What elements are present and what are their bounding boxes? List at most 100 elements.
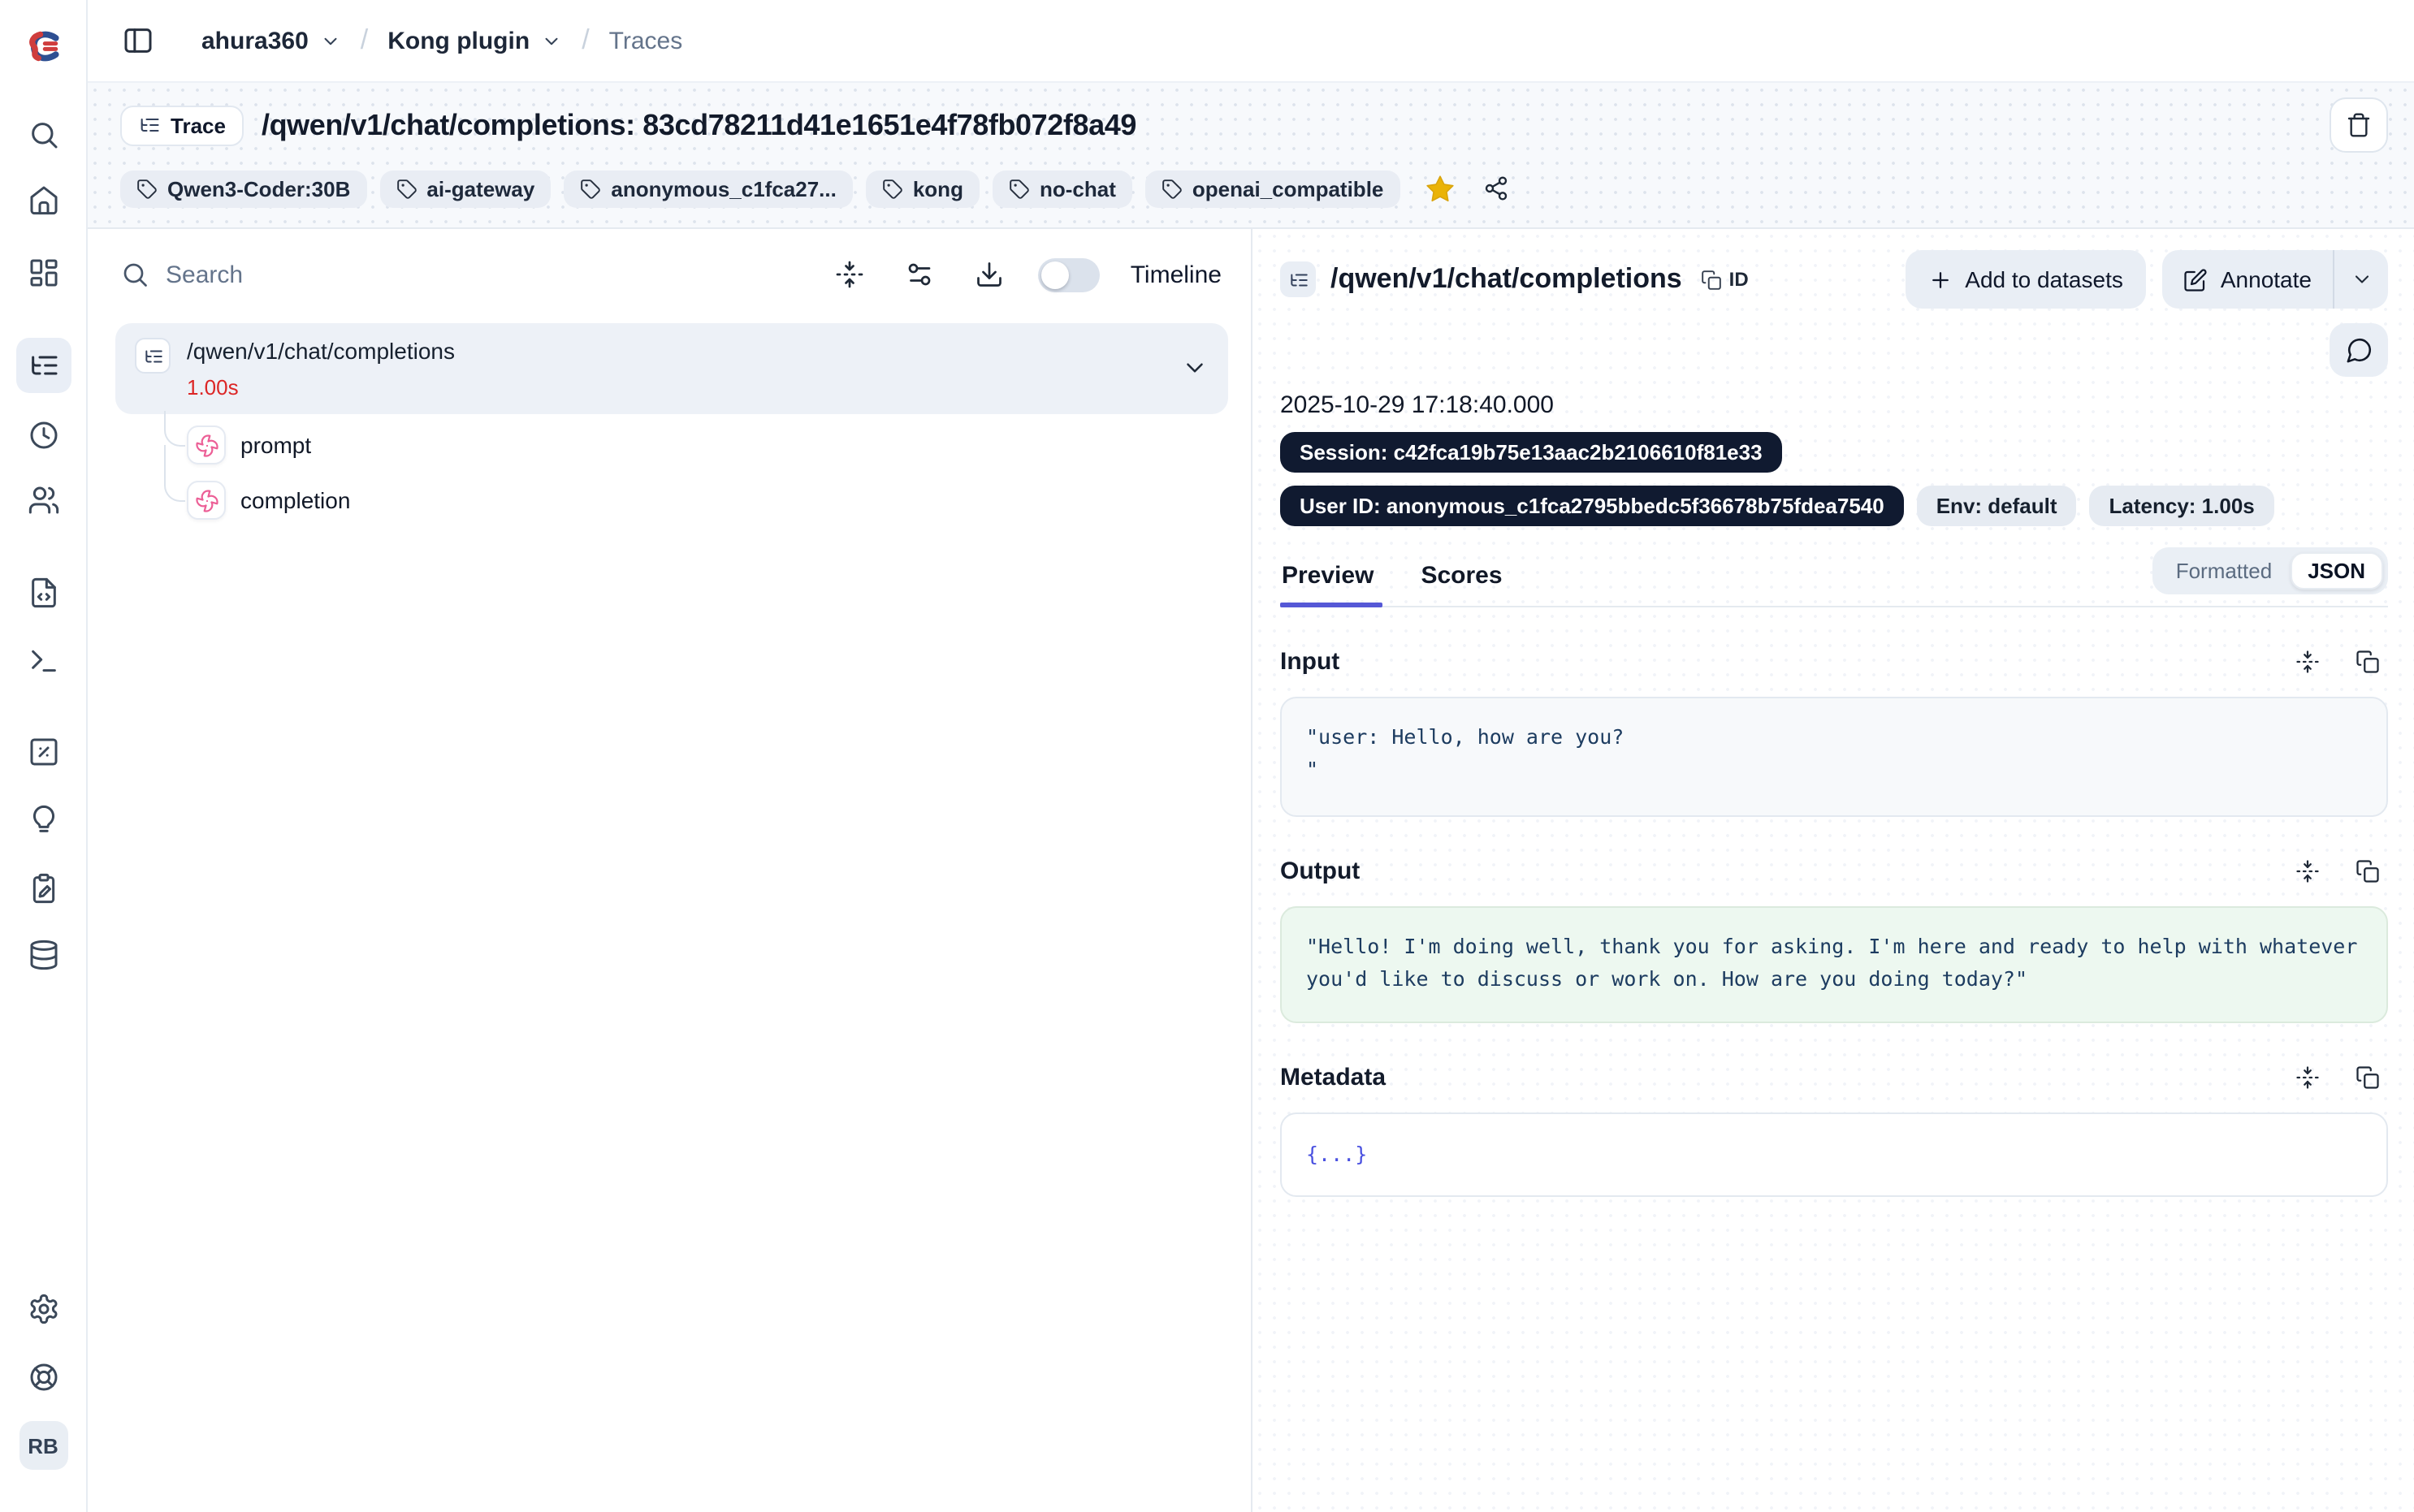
add-to-datasets-button[interactable]: Add to datasets — [1905, 250, 2146, 309]
sidebar-item-annotation[interactable] — [15, 861, 71, 916]
sidebar-item-support[interactable] — [15, 1350, 71, 1405]
detail-header: /qwen/v1/chat/completions ID Add to data… — [1280, 250, 2388, 309]
delete-trace-button[interactable] — [2330, 97, 2388, 153]
chevron-down-icon[interactable] — [1181, 354, 1209, 382]
session-badge[interactable]: Session: c42fca19b75e13aac2b2106610f81e3… — [1280, 432, 1782, 473]
tag-pill[interactable]: anonymous_c1fca27... — [564, 170, 852, 207]
sidebar-toggle-button[interactable] — [114, 16, 162, 65]
fold-vertical-icon — [2295, 649, 2319, 673]
sidebar-item-datasets[interactable] — [15, 927, 71, 983]
format-option-json[interactable]: JSON — [2290, 552, 2383, 590]
sidebar-item-users[interactable] — [15, 473, 71, 528]
main: Search Timeline — [88, 229, 2414, 1512]
users-icon — [27, 484, 59, 516]
bookmark-star-button[interactable] — [1419, 167, 1461, 210]
sidebar-item-scores[interactable] — [15, 724, 71, 780]
breadcrumb-separator: / — [361, 24, 368, 57]
tag-icon — [1162, 178, 1183, 199]
lightbulb-icon — [27, 804, 59, 836]
annotate-split-button: Annotate — [2162, 250, 2388, 309]
sidebar-item-dashboard[interactable] — [15, 245, 71, 300]
database-icon — [27, 939, 59, 971]
breadcrumb-project-selector[interactable]: Kong plugin — [387, 27, 562, 54]
square-percent-icon — [27, 736, 59, 768]
output-heading: Output — [1280, 857, 1360, 884]
view-options-button[interactable] — [898, 253, 941, 296]
sidebar-item-sessions[interactable] — [15, 408, 71, 463]
fold-vertical-icon — [2295, 858, 2319, 883]
sidebar-item-home[interactable] — [15, 172, 71, 227]
tag-icon — [882, 178, 903, 199]
topbar: ahura360 / Kong plugin / Traces — [88, 0, 2414, 81]
tag-label: Qwen3-Coder:30B — [167, 176, 350, 201]
add-to-datasets-label: Add to datasets — [1965, 266, 2123, 292]
sidebar-item-tracing[interactable] — [15, 338, 71, 393]
tag-icon — [396, 178, 417, 199]
tag-pill[interactable]: kong — [866, 170, 980, 207]
tag-pill[interactable]: ai-gateway — [379, 170, 551, 207]
trace-timestamp: 2025-10-29 17:18:40.000 — [1280, 391, 2388, 419]
sidebar-item-playground[interactable] — [15, 633, 71, 689]
panel-left-icon — [122, 24, 154, 57]
clock-icon — [27, 419, 59, 451]
sidebar-item-prompts[interactable] — [15, 565, 71, 620]
share-icon — [1482, 175, 1508, 201]
tab-preview[interactable]: Preview — [1280, 552, 1375, 606]
terminal-icon — [27, 645, 59, 677]
tree-root-row[interactable]: /qwen/v1/chat/completions 1.00s — [115, 323, 1228, 414]
tag-icon — [1009, 178, 1030, 199]
collapse-all-button[interactable] — [828, 253, 871, 296]
input-section-header: Input — [1280, 640, 2388, 682]
annotate-button[interactable]: Annotate — [2162, 250, 2333, 309]
user-avatar[interactable]: RB — [19, 1421, 67, 1470]
id-label: ID — [1729, 268, 1749, 291]
tag-pill[interactable]: no-chat — [993, 170, 1132, 207]
sidebar-item-evaluation[interactable] — [15, 793, 71, 848]
breadcrumb-page-label[interactable]: Traces — [609, 27, 683, 54]
breadcrumb-org-label: ahura360 — [201, 27, 309, 54]
sidebar-item-settings[interactable] — [15, 1281, 71, 1337]
copy-output-button[interactable] — [2346, 849, 2388, 892]
sidebar-item-search[interactable] — [15, 107, 71, 162]
format-option-formatted[interactable]: Formatted — [2158, 552, 2291, 590]
metadata-content[interactable]: {...} — [1280, 1112, 2388, 1197]
tree-child-prompt[interactable]: prompt — [164, 417, 1228, 473]
tag-pill[interactable]: Qwen3-Coder:30B — [120, 170, 366, 207]
trace-tree-panel: Search Timeline — [88, 229, 1252, 1512]
copy-id-button[interactable]: ID — [1702, 268, 1749, 291]
copy-input-button[interactable] — [2346, 640, 2388, 682]
latency-badge: Latency: 1.00s — [2090, 486, 2274, 526]
sidebar: RB — [0, 0, 88, 1512]
tree-child-completion[interactable]: completion — [164, 473, 1228, 528]
user-id-badge[interactable]: User ID: anonymous_c1fca2795bbedc5f36678… — [1280, 486, 1904, 526]
download-button[interactable] — [968, 253, 1010, 296]
copy-icon — [1702, 269, 1723, 290]
copy-metadata-button[interactable] — [2346, 1056, 2388, 1098]
breadcrumb-separator: / — [582, 24, 589, 57]
tree-toolbar: Timeline — [828, 253, 1222, 296]
tag-pill[interactable]: openai_compatible — [1145, 170, 1400, 207]
search-input[interactable]: Search — [166, 261, 812, 288]
tag-label: openai_compatible — [1192, 176, 1384, 201]
breadcrumb-project-label: Kong plugin — [387, 27, 530, 54]
fan-icon — [194, 433, 218, 457]
collapse-input-button[interactable] — [2286, 640, 2328, 682]
home-icon — [27, 184, 59, 216]
env-badge: Env: default — [1917, 486, 2077, 526]
timeline-toggle[interactable] — [1038, 257, 1100, 292]
input-content[interactable]: "user: Hello, how are you? " — [1280, 697, 2388, 817]
collapse-output-button[interactable] — [2286, 849, 2328, 892]
pen-square-icon — [2183, 267, 2208, 292]
annotate-dropdown-button[interactable] — [2333, 250, 2388, 309]
chevron-down-icon — [320, 30, 341, 51]
page-title: /qwen/v1/chat/completions: 83cd78211d41e… — [262, 108, 1136, 142]
breadcrumb-org-selector[interactable]: ahura360 — [201, 27, 341, 54]
copy-icon — [2355, 1065, 2379, 1089]
collapse-metadata-button[interactable] — [2286, 1056, 2328, 1098]
output-content[interactable]: "Hello! I'm doing well, thank you for as… — [1280, 906, 2388, 1023]
comments-button[interactable] — [2330, 323, 2388, 377]
share-button[interactable] — [1474, 167, 1516, 210]
tab-scores[interactable]: Scores — [1419, 552, 1503, 606]
trace-type-label: Trace — [171, 113, 226, 137]
sliders-icon — [905, 260, 934, 289]
